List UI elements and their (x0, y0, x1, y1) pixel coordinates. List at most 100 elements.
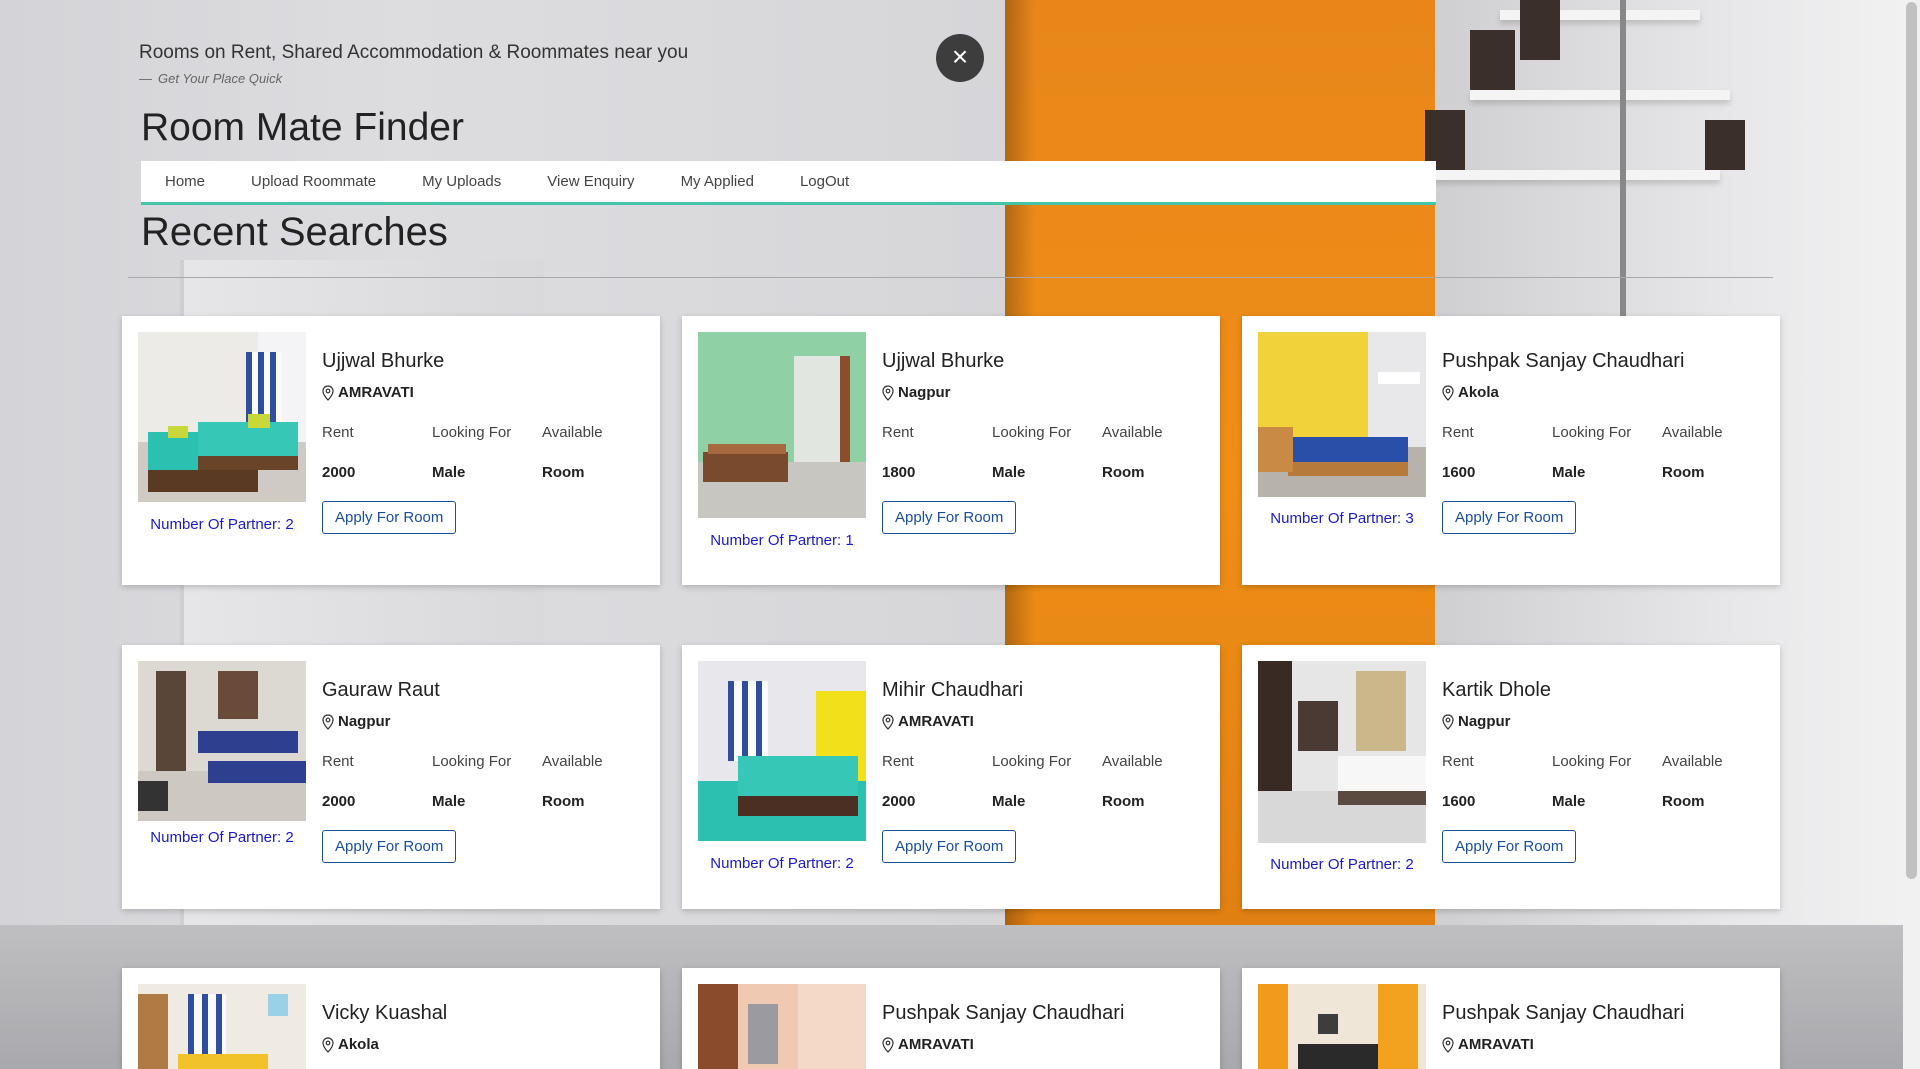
rent-value: 2000 (322, 793, 356, 810)
owner-name: Ujjwal Bhurke (882, 350, 1005, 372)
main-navbar: Home Upload Roommate My Uploads View Enq… (141, 161, 1436, 205)
apply-for-room-button[interactable]: Apply For Room (322, 501, 457, 534)
rent-value: 1600 (1442, 793, 1476, 810)
looking-for-label: Looking For (992, 753, 1072, 770)
listing-card: Number Of Partner: 2 Mihir Chaudhari AMR… (682, 645, 1220, 909)
location: Nagpur (1442, 713, 1511, 730)
rent-label: Rent (1442, 753, 1474, 770)
rent-label: Rent (882, 424, 914, 441)
apply-for-room-button[interactable]: Apply For Room (1442, 501, 1577, 534)
location: AMRAVATI (882, 713, 974, 730)
apply-for-room-button[interactable]: Apply For Room (882, 830, 1017, 863)
partner-count: Number Of Partner: 2 (150, 516, 294, 533)
listing-card: Number Of Partner: 3 Pushpak Sanjay Chau… (1242, 316, 1780, 585)
available-label: Available (1662, 753, 1723, 770)
available-label: Available (542, 424, 603, 441)
rent-value: 2000 (322, 464, 356, 481)
close-button[interactable]: × (936, 34, 984, 82)
location-text: AMRAVATI (338, 384, 414, 401)
available-value: Room (1662, 793, 1705, 810)
owner-name: Mihir Chaudhari (882, 679, 1024, 701)
nav-view-enquiry[interactable]: View Enquiry (547, 173, 634, 190)
owner-name: Vicky Kuashal (322, 1002, 448, 1024)
location: Akola (1442, 384, 1499, 401)
rent-value: 2000 (882, 793, 916, 810)
looking-for-value: Male (1552, 793, 1586, 810)
available-label: Available (1102, 424, 1163, 441)
available-label: Available (1662, 424, 1723, 441)
location-pin-icon (1442, 384, 1454, 401)
looking-for-value: Male (1552, 464, 1586, 481)
room-photo (138, 332, 306, 502)
looking-for-label: Looking For (1552, 753, 1632, 770)
looking-for-value: Male (432, 793, 466, 810)
site-brand: Room Mate Finder (141, 106, 464, 149)
page-scrollbar[interactable] (1903, 0, 1920, 1069)
looking-for-value: Male (992, 464, 1026, 481)
room-photo (138, 984, 306, 1069)
partner-count: Number Of Partner: 3 (1270, 510, 1414, 527)
owner-name: Pushpak Sanjay Chaudhari (882, 1002, 1125, 1024)
rent-label: Rent (322, 753, 354, 770)
owner-name: Gauraw Raut (322, 679, 440, 701)
listing-card: Number Of Partner: 2 Kartik Dhole Nagpur… (1242, 645, 1780, 909)
location: Nagpur (322, 713, 391, 730)
location-text: AMRAVATI (898, 1036, 974, 1053)
listing-card: Vicky Kuashal Akola (122, 968, 660, 1069)
location-pin-icon (1442, 1036, 1454, 1053)
listing-card: Number Of Partner: 2 Gauraw Raut Nagpur … (122, 645, 660, 909)
available-value: Room (1662, 464, 1705, 481)
nav-home[interactable]: Home (165, 173, 205, 190)
apply-for-room-button[interactable]: Apply For Room (882, 501, 1017, 534)
room-photo (1258, 332, 1426, 497)
apply-for-room-button[interactable]: Apply For Room (1442, 830, 1577, 863)
rent-label: Rent (322, 424, 354, 441)
site-tagline: Rooms on Rent, Shared Accommodation & Ro… (139, 42, 689, 63)
location-text: AMRAVATI (1458, 1036, 1534, 1053)
owner-name: Pushpak Sanjay Chaudhari (1442, 1002, 1685, 1024)
location: AMRAVATI (322, 384, 414, 401)
available-value: Room (1102, 793, 1145, 810)
room-photo (698, 332, 866, 518)
location-pin-icon (1442, 713, 1454, 730)
location: AMRAVATI (882, 1036, 974, 1053)
looking-for-value: Male (432, 464, 466, 481)
location-text: Nagpur (898, 384, 951, 401)
rent-value: 1600 (1442, 464, 1476, 481)
section-title: Recent Searches (141, 210, 448, 254)
location-pin-icon (322, 1036, 334, 1053)
location-text: Akola (338, 1036, 379, 1053)
nav-logout[interactable]: LogOut (800, 173, 849, 190)
rent-value: 1800 (882, 464, 916, 481)
room-photo (698, 984, 866, 1069)
room-photo (698, 661, 866, 841)
scrollbar-thumb[interactable] (1906, 2, 1917, 879)
room-photo (1258, 661, 1426, 843)
available-value: Room (1102, 464, 1145, 481)
looking-for-label: Looking For (992, 424, 1072, 441)
subtag-prefix: Get Your (158, 71, 210, 86)
looking-for-value: Male (992, 793, 1026, 810)
owner-name: Pushpak Sanjay Chaudhari (1442, 350, 1685, 372)
nav-my-uploads[interactable]: My Uploads (422, 173, 501, 190)
listing-card: Number Of Partner: 1 Ujjwal Bhurke Nagpu… (682, 316, 1220, 585)
location: AMRAVATI (1442, 1036, 1534, 1053)
location-pin-icon (882, 384, 894, 401)
nav-upload-roommate[interactable]: Upload Roommate (251, 173, 376, 190)
looking-for-label: Looking For (432, 424, 512, 441)
partner-count: Number Of Partner: 2 (1270, 856, 1414, 873)
partner-count: Number Of Partner: 2 (710, 855, 854, 872)
looking-for-label: Looking For (1552, 424, 1632, 441)
location-pin-icon (882, 713, 894, 730)
location-pin-icon (882, 1036, 894, 1053)
partner-count: Number Of Partner: 2 (150, 829, 294, 846)
location: Nagpur (882, 384, 951, 401)
apply-for-room-button[interactable]: Apply For Room (322, 830, 457, 863)
nav-my-applied[interactable]: My Applied (681, 173, 754, 190)
subtag-emphasis: Place Quick (212, 71, 283, 86)
location-pin-icon (322, 713, 334, 730)
room-photo (138, 661, 306, 821)
rent-label: Rent (882, 753, 914, 770)
owner-name: Ujjwal Bhurke (322, 350, 445, 372)
available-value: Room (542, 793, 585, 810)
